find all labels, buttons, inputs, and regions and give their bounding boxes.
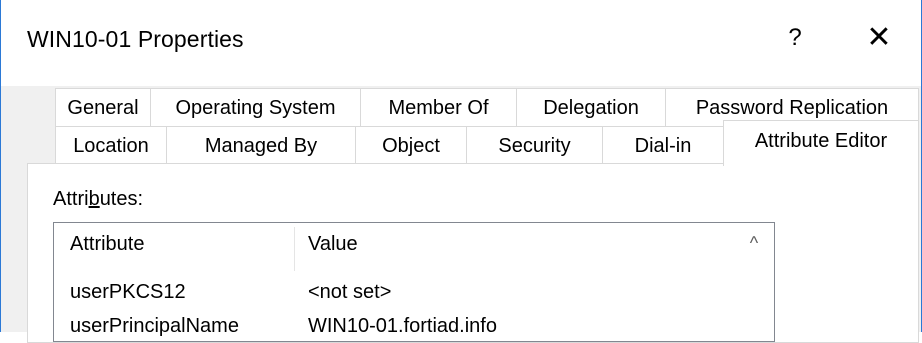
scroll-up-icon[interactable]: ^	[740, 233, 768, 257]
tab-dial-in[interactable]: Dial-in	[602, 126, 724, 164]
close-button[interactable]: ✕	[859, 18, 899, 58]
properties-dialog: WIN10-01 Properties ? ✕ General Operatin…	[0, 0, 922, 343]
tab-label: General	[67, 97, 139, 119]
tab-label: Object	[382, 135, 440, 157]
tab-label: Operating System	[175, 97, 336, 119]
tab-label: Managed By	[204, 135, 318, 157]
tab-label: Dial-in	[634, 135, 692, 157]
tab-managed-by[interactable]: Managed By	[166, 126, 356, 164]
row-attribute-value[interactable]: <not set>	[308, 281, 391, 304]
help-button[interactable]: ?	[777, 20, 813, 56]
row-attribute-name[interactable]: userPKCS12	[70, 281, 186, 304]
tab-label: Security	[498, 135, 571, 157]
attributes-label: Attributes:	[53, 188, 143, 211]
attributes-list[interactable]: Attribute Value ^ userPKCS12 <not set> u…	[53, 222, 775, 342]
row-attribute-name[interactable]: userPrincipalName	[70, 315, 239, 338]
label-text: Attri	[53, 188, 89, 210]
title-bar[interactable]: WIN10-01 Properties ? ✕	[1, 0, 921, 86]
tab-label: Attribute Editor	[754, 130, 888, 152]
column-divider[interactable]	[294, 227, 295, 271]
label-mnemonic: b	[88, 188, 100, 210]
column-header-value[interactable]: Value	[308, 233, 358, 256]
tab-label: Delegation	[543, 97, 639, 119]
tab-security[interactable]: Security	[466, 126, 603, 164]
tab-object[interactable]: Object	[355, 126, 467, 164]
row-attribute-value[interactable]: WIN10-01.fortiad.info	[308, 315, 497, 338]
tab-label: Location	[73, 135, 149, 157]
column-header-attribute[interactable]: Attribute	[70, 233, 144, 256]
tab-operating-system[interactable]: Operating System	[150, 88, 361, 126]
tab-label: Member Of	[388, 97, 489, 119]
tab-general[interactable]: General	[55, 88, 151, 126]
tab-delegation[interactable]: Delegation	[516, 88, 666, 126]
label-text: utes:	[99, 188, 144, 210]
tab-attribute-editor[interactable]: Attribute Editor	[723, 120, 919, 166]
tab-member-of[interactable]: Member Of	[360, 88, 517, 126]
tab-location[interactable]: Location	[55, 126, 167, 164]
window-title: WIN10-01 Properties	[27, 26, 244, 52]
